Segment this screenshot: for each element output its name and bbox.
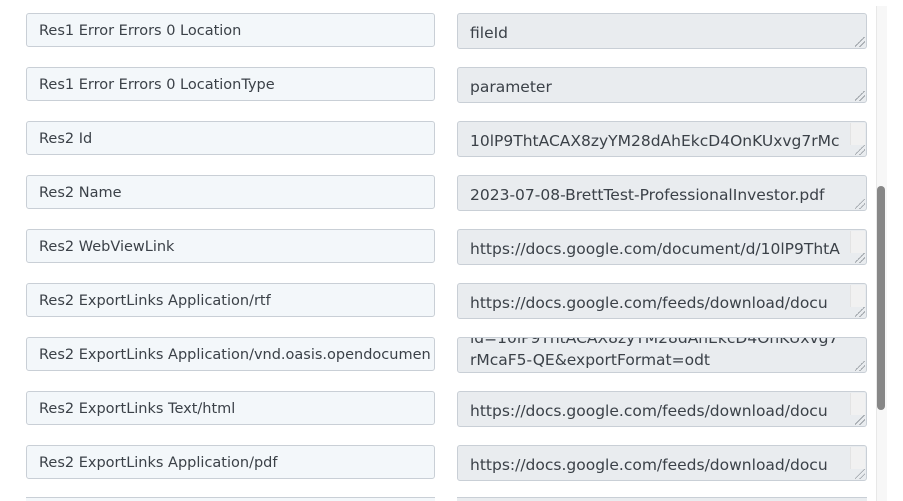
field-value-box[interactable]: fileId [457, 13, 867, 49]
field-row: Res2 WebViewLink https://docs.google.com… [0, 229, 876, 267]
field-label: Res1 Error Errors 0 LocationType [39, 77, 275, 93]
field-label-box[interactable]: Res1 Error Errors 0 Location [26, 13, 435, 47]
field-value-box[interactable]: https://docs.google.com/feeds/download/d… [457, 445, 867, 481]
field-label-box[interactable]: Res2 Name [26, 175, 435, 209]
field-list: Res1 Error Errors 0 Location fileId Res1… [0, 0, 876, 501]
resize-grip-icon[interactable] [855, 253, 865, 263]
field-value: fileId [470, 24, 509, 42]
field-value: 10lP9ThtACAX8zyYM28dAhEkcD4OnKUxvg7rMcaF… [470, 132, 840, 156]
textarea-scrollbar[interactable] [850, 393, 865, 415]
field-value: https://docs.google.com/feeds/download/d… [470, 402, 828, 426]
field-row: Res2 ExportLinks Application/vnd.oasis.o… [0, 337, 876, 375]
field-value-box[interactable]: https://docs.google.com/document/d/10lP9… [457, 229, 867, 265]
field-value-box[interactable]: 10lP9ThtACAX8zyYM28dAhEkcD4OnKUxvg7rMcaF… [457, 121, 867, 157]
resize-grip-icon[interactable] [855, 145, 865, 155]
resize-grip-icon[interactable] [855, 469, 865, 479]
field-label: Res2 Name [39, 185, 122, 201]
field-label-box[interactable]: Res2 ExportLinks Application/rtf [26, 283, 435, 317]
resize-grip-icon[interactable] [855, 415, 865, 425]
field-row: Res1 Error Errors 0 Location fileId [0, 13, 876, 51]
field-row: Res2 ExportLinks Text/html https://docs.… [0, 391, 876, 429]
textarea-scrollbar[interactable] [850, 285, 865, 307]
field-value: https://docs.google.com/feeds/download/d… [470, 294, 828, 318]
field-value: https://docs.google.com/feeds/download/d… [470, 456, 828, 480]
resize-grip-icon[interactable] [855, 37, 865, 47]
field-label: Res1 Error Errors 0 Location [39, 23, 242, 39]
field-label: Res2 ExportLinks Application/vnd.oasis.o… [39, 347, 430, 363]
field-value-box[interactable]: parameter [457, 67, 867, 103]
resize-grip-icon[interactable] [855, 361, 865, 371]
field-label: Res2 Id [39, 131, 93, 147]
field-label-box[interactable]: Res2 ExportLinks Application/vnd.oasis.o… [26, 337, 435, 371]
field-label-box[interactable]: Res2 Id [26, 121, 435, 155]
field-value: parameter [470, 78, 552, 96]
field-row: Res2 ExportLinks Application/rtf https:/… [0, 283, 876, 321]
field-label: Res2 ExportLinks Application/pdf [39, 455, 278, 471]
field-value-box[interactable]: id=10lP9ThtACAX8zyYM28dAhEkcD4OnKUxvg7rM… [457, 337, 867, 373]
field-label: Res2 WebViewLink [39, 239, 175, 255]
field-value: 2023-07-08-BrettTest-ProfessionalInvesto… [470, 186, 825, 204]
textarea-scrollbar[interactable] [850, 447, 865, 469]
field-row: Res2 Id 10lP9ThtACAX8zyYM28dAhEkcD4OnKUx… [0, 121, 876, 159]
field-value: https://docs.google.com/document/d/10lP9… [470, 240, 840, 264]
form-page: Res1 Error Errors 0 Location fileId Res1… [0, 0, 903, 501]
textarea-scrollbar[interactable] [850, 123, 865, 145]
field-row: Res1 Error Errors 0 LocationType paramet… [0, 67, 876, 105]
field-value-box[interactable]: 2023-07-08-BrettTest-ProfessionalInvesto… [457, 175, 867, 211]
field-value-box[interactable]: https://docs.google.com/feeds/download/d… [457, 283, 867, 319]
field-row: Res2 ExportLinks Application/pdf https:/… [0, 445, 876, 483]
field-label: Res2 ExportLinks Text/html [39, 401, 236, 417]
resize-grip-icon[interactable] [855, 91, 865, 101]
field-row: Res2 Name 2023-07-08-BrettTest-Professio… [0, 175, 876, 213]
field-value: id=10lP9ThtACAX8zyYM28dAhEkcD4OnKUxvg7rM… [470, 337, 839, 369]
field-label-box[interactable]: Res2 WebViewLink [26, 229, 435, 263]
field-label-box[interactable]: Res2 ExportLinks Application/pdf [26, 445, 435, 479]
field-value-box[interactable]: https://docs.google.com/feeds/download/d… [457, 391, 867, 427]
field-label-box[interactable]: Res2 ExportLinks Text/html [26, 391, 435, 425]
resize-grip-icon[interactable] [855, 307, 865, 317]
field-label-box[interactable]: Res1 Error Errors 0 LocationType [26, 67, 435, 101]
textarea-scrollbar[interactable] [850, 231, 865, 253]
resize-grip-icon[interactable] [855, 199, 865, 209]
page-scrollbar-thumb[interactable] [877, 186, 885, 410]
field-label: Res2 ExportLinks Application/rtf [39, 293, 271, 309]
